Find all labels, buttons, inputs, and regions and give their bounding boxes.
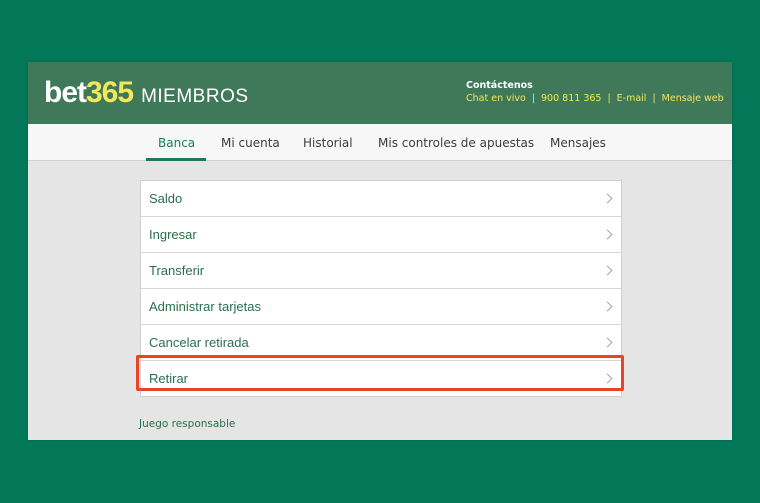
menu-item-administrar-tarjetas[interactable]: Administrar tarjetas (141, 288, 621, 324)
chevron-right-icon (602, 301, 613, 312)
tab-historial[interactable]: Historial (303, 136, 353, 150)
responsible-gambling-link[interactable]: Juego responsable (139, 418, 235, 430)
contact-title: Contáctenos (466, 80, 533, 91)
menu-item-label: Ingresar (149, 227, 197, 242)
contact-live-chat-link[interactable]: Chat en vivo (466, 93, 526, 104)
contact-links: Chat en vivo | 900 811 365 | E-mail | Mensaje … (466, 92, 724, 105)
menu-item-label: Transferir (149, 263, 205, 278)
nav-tabs: Banca Mi cuenta Historial Mis controles … (28, 124, 732, 161)
menu-item-saldo[interactable]: Saldo (141, 181, 621, 216)
chevron-right-icon (602, 373, 613, 384)
logo-365-text: 365 (86, 76, 134, 109)
menu-item-label: Cancelar retirada (149, 335, 249, 350)
tab-mensajes[interactable]: Mensajes (550, 136, 606, 150)
contact-separator: | (531, 93, 536, 104)
banking-menu: Saldo Ingresar Transferir Administrar ta… (140, 180, 622, 397)
menu-item-label: Saldo (149, 191, 183, 206)
contact-separator: | (607, 93, 611, 104)
tab-banca[interactable]: Banca (158, 136, 195, 150)
members-window: bet 365 MIEMBROS Contáctenos Chat en vivo… (28, 62, 732, 440)
tab-mis-controles[interactable]: Mis controles de apuestas (378, 136, 534, 150)
chevron-right-icon (602, 229, 613, 240)
logo-members-text: MIEMBROS (141, 86, 249, 107)
tab-mi-cuenta[interactable]: Mi cuenta (221, 136, 280, 150)
bet365-logo[interactable]: bet 365 MIEMBROS (44, 76, 249, 109)
chevron-right-icon (602, 265, 613, 276)
contact-web-message-link[interactable]: Mensaje web (662, 93, 724, 104)
contact-block: Contáctenos Chat en vivo | 900 811 365 | E-m… (466, 80, 724, 105)
logo-bet-text: bet (44, 76, 87, 109)
chevron-right-icon (602, 193, 613, 204)
header-bar: bet 365 MIEMBROS Contáctenos Chat en vivo… (28, 62, 732, 124)
contact-separator: | (652, 93, 656, 104)
chevron-right-icon (602, 337, 613, 348)
menu-item-retirar[interactable]: Retirar (141, 360, 621, 396)
active-tab-indicator (146, 158, 206, 161)
menu-item-label: Retirar (149, 371, 189, 386)
menu-item-ingresar[interactable]: Ingresar (141, 216, 621, 252)
contact-phone-link[interactable]: 900 811 365 (541, 93, 601, 104)
menu-item-cancelar-retirada[interactable]: Cancelar retirada (141, 324, 621, 360)
menu-item-label: Administrar tarjetas (149, 299, 261, 314)
contact-email-link[interactable]: E-mail (617, 93, 647, 104)
menu-item-transferir[interactable]: Transferir (141, 252, 621, 288)
